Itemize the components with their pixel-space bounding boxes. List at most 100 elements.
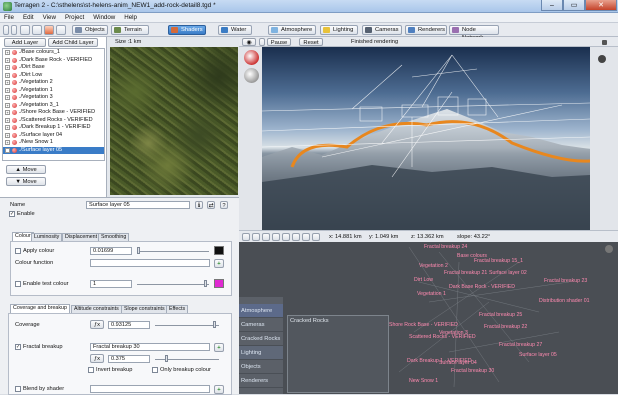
expand-icon[interactable]: + xyxy=(5,102,10,108)
network-node[interactable]: Fractal breakup 30 xyxy=(451,368,494,374)
menu-file[interactable]: File xyxy=(0,13,19,21)
menu-edit[interactable]: Edit xyxy=(19,13,39,21)
apply-colour-field[interactable]: 0.01699 xyxy=(90,247,132,255)
layer-item[interactable]: + ./Vegetation 3_1 xyxy=(3,102,104,110)
layer-item[interactable]: + ./New Snow 1 xyxy=(3,139,104,147)
toolbar-forward-icon[interactable] xyxy=(11,25,17,35)
network-node[interactable]: Fractal breakup 21 xyxy=(444,270,487,276)
add-layer-button[interactable]: Add Layer xyxy=(4,38,46,47)
status-icon-5[interactable] xyxy=(282,233,290,241)
expand-icon[interactable]: + xyxy=(5,110,10,115)
tab-luminosity[interactable]: Luminosity xyxy=(31,233,63,241)
link-icon[interactable]: ⇄ xyxy=(207,201,215,209)
colour-swatch[interactable] xyxy=(214,246,224,255)
layer-item[interactable]: + ./Surface layer 05 xyxy=(3,146,104,154)
tab-effects[interactable]: Effects xyxy=(166,305,189,313)
viewport-menu-icon[interactable]: ◉ xyxy=(242,38,256,46)
layer-item[interactable]: + ./Shore Rock Base - VERIFIED xyxy=(3,109,104,117)
blend-shader-field[interactable] xyxy=(90,385,210,393)
expand-icon[interactable]: + xyxy=(5,117,10,123)
status-icon-1[interactable] xyxy=(242,233,250,241)
layer-item[interactable]: + ./Scattered Rocks - VERIFIED xyxy=(3,117,104,125)
layer-item[interactable]: + ./Vegetation 3 xyxy=(3,94,104,102)
expand-icon[interactable]: + xyxy=(5,87,10,93)
status-icon-7[interactable] xyxy=(302,233,310,241)
move-up-button[interactable]: ▲ Move xyxy=(6,165,46,174)
tab-cameras[interactable]: Cameras xyxy=(362,25,402,35)
node-category-lighting[interactable]: Lighting xyxy=(239,346,283,360)
network-node[interactable]: Vegetation 2 xyxy=(419,263,448,269)
layer-item[interactable]: + ./Dark Breakup 1 - VERIFIED xyxy=(3,124,104,132)
tab-objects[interactable]: Objects xyxy=(72,25,108,35)
network-node[interactable]: Fractal breakup 15_1 xyxy=(474,258,523,264)
reset-button[interactable]: Reset xyxy=(299,38,323,46)
tab-renderers[interactable]: Renderers xyxy=(405,25,447,35)
viewport-settings-icon[interactable] xyxy=(598,55,606,63)
camera-move-icon[interactable] xyxy=(244,68,259,83)
coverage-slider-thumb[interactable] xyxy=(213,321,216,328)
layer-item[interactable]: + ./Surface layer 04 xyxy=(3,132,104,140)
layer-item[interactable]: + ./Vegetation 1 xyxy=(3,87,104,95)
tab-terrain[interactable]: Terrain xyxy=(111,25,149,35)
layer-item[interactable]: + ./Dirt Low xyxy=(3,72,104,80)
expand-icon[interactable]: + xyxy=(5,147,10,153)
tab-coverage-breakup[interactable]: Coverage and breakup xyxy=(10,304,70,313)
toolbar-back-icon[interactable] xyxy=(3,25,9,35)
node-category-renderers[interactable]: Renderers xyxy=(239,374,283,388)
coverage-field[interactable]: 0.93125 xyxy=(108,321,150,329)
expand-icon[interactable]: + xyxy=(5,50,10,55)
node-category-cracked-rocks[interactable]: Cracked Rocks xyxy=(239,332,283,346)
menu-help[interactable]: Help xyxy=(120,13,142,21)
viewport-options-icon[interactable] xyxy=(602,40,607,45)
enable-checkbox[interactable]: ✓ xyxy=(9,211,15,217)
expand-icon[interactable]: + xyxy=(5,125,10,130)
network-node[interactable]: Fractal breakup 23 xyxy=(544,278,587,284)
minimize-button[interactable]: – xyxy=(541,0,563,11)
menu-view[interactable]: View xyxy=(39,13,61,21)
node-category-atmosphere[interactable]: Atmosphere xyxy=(239,304,283,318)
expand-icon[interactable]: + xyxy=(5,140,10,145)
status-icon-4[interactable] xyxy=(272,233,280,241)
network-options-icon[interactable] xyxy=(605,245,613,253)
menu-project[interactable]: Project xyxy=(61,13,89,21)
apply-colour-slider-thumb[interactable] xyxy=(137,247,140,254)
info-icon[interactable]: ℹ xyxy=(195,201,203,209)
camera-orientation-icon[interactable] xyxy=(244,50,259,65)
network-node[interactable]: Surface layer 02 xyxy=(489,270,527,276)
tab-atmosphere[interactable]: Atmosphere xyxy=(268,25,316,35)
toolbar-settings-icon[interactable] xyxy=(56,25,66,35)
expand-icon[interactable]: + xyxy=(5,95,10,100)
network-node[interactable]: Dirt Low xyxy=(414,277,433,283)
layer-item[interactable]: + ./Base colours_1 xyxy=(3,49,104,57)
menu-window[interactable]: Window xyxy=(89,13,120,21)
help-icon[interactable]: ? xyxy=(220,201,228,209)
tab-displacement[interactable]: Displacement xyxy=(62,233,101,241)
expand-icon[interactable]: + xyxy=(5,57,10,63)
name-field[interactable]: Surface layer 05 xyxy=(86,201,190,209)
network-node[interactable]: Fractal breakup 24 xyxy=(424,244,467,250)
expand-icon[interactable]: + xyxy=(5,65,10,70)
enable-test-colour-checkbox[interactable] xyxy=(15,281,21,287)
fractal-breakup-slider-thumb[interactable] xyxy=(165,355,168,362)
maximize-button[interactable]: ▭ xyxy=(563,0,585,11)
toolbar-render-icon[interactable] xyxy=(32,25,42,35)
breakup-function-icon[interactable]: ƒx xyxy=(90,354,104,363)
network-node[interactable]: Fractal breakup 25 xyxy=(479,312,522,318)
pause-button[interactable]: Pause xyxy=(267,38,291,46)
network-node[interactable]: Fractal breakup 22 xyxy=(484,324,527,330)
tab-lighting[interactable]: Lighting xyxy=(320,25,358,35)
network-node[interactable]: Vegetation 1 xyxy=(417,291,446,297)
fractal-breakup-checkbox[interactable]: ✓ xyxy=(15,344,21,350)
add-function-icon[interactable]: + xyxy=(214,259,224,268)
expand-icon[interactable]: + xyxy=(5,72,10,78)
colour-function-field[interactable] xyxy=(90,259,210,267)
tab-altitude-constraints[interactable]: Altitude constraints xyxy=(71,305,122,313)
add-breakup-shader-icon[interactable]: + xyxy=(214,343,224,352)
node-category-objects[interactable]: Objects xyxy=(239,360,283,374)
tab-smoothing[interactable]: Smoothing xyxy=(98,233,130,241)
network-node[interactable]: Fractal breakup 27 xyxy=(499,342,542,348)
add-blend-shader-icon[interactable]: + xyxy=(214,385,224,394)
toolbar-home-icon[interactable] xyxy=(20,25,30,35)
coverage-function-icon[interactable]: ƒx xyxy=(90,320,104,329)
network-node[interactable]: Surface layer 05 xyxy=(519,352,557,358)
